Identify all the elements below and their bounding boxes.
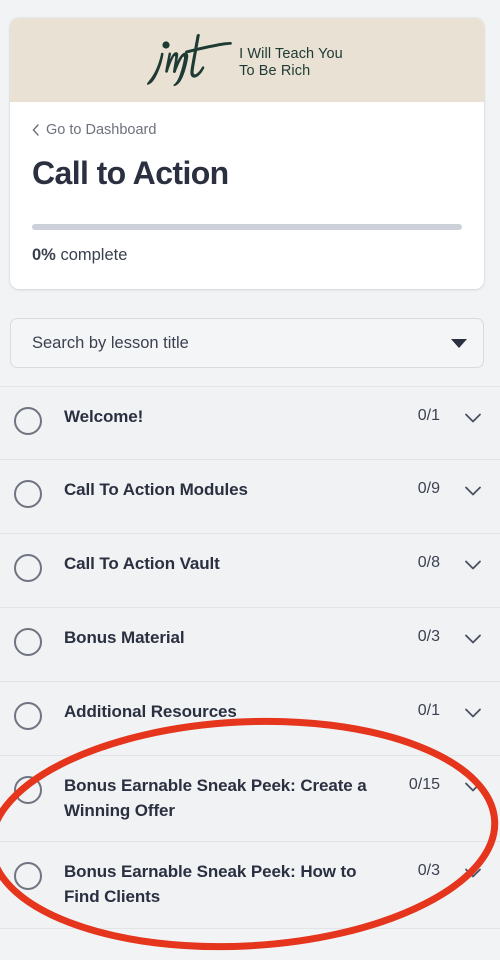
lesson-title: Welcome! bbox=[64, 407, 144, 426]
lesson-row[interactable]: Bonus Earnable Sneak Peek: How to Find C… bbox=[0, 842, 500, 929]
lesson-list: Welcome! 0/1 Call To Action Modules 0/9 Call… bbox=[0, 386, 500, 929]
brand-logo: I Will Teach You To Be Rich bbox=[143, 29, 343, 91]
iwt-script-logo-icon bbox=[147, 34, 232, 87]
lesson-count: 0/8 bbox=[417, 554, 440, 571]
lesson-status-circle-icon[interactable] bbox=[14, 702, 42, 730]
progress-complete-text: complete bbox=[55, 246, 128, 264]
search-input-placeholder[interactable]: Search by lesson title bbox=[32, 334, 451, 353]
chevron-down-icon[interactable] bbox=[464, 707, 482, 719]
progress-label: 0% complete bbox=[32, 246, 462, 265]
chevron-down-icon[interactable] bbox=[464, 412, 482, 424]
chevron-down-icon[interactable] bbox=[464, 485, 482, 497]
course-header-body: Go to Dashboard Call to Action 0% comple… bbox=[10, 102, 484, 289]
lesson-count: 0/3 bbox=[417, 628, 440, 645]
brand-tagline: I Will Teach You To Be Rich bbox=[239, 46, 343, 79]
lesson-status-circle-icon[interactable] bbox=[14, 862, 42, 891]
chevron-down-icon[interactable] bbox=[464, 559, 482, 571]
go-to-dashboard-label: Go to Dashboard bbox=[46, 122, 157, 138]
lesson-row[interactable]: Bonus Material 0/3 bbox=[0, 608, 500, 682]
lesson-row[interactable]: Call To Action Modules 0/9 bbox=[0, 460, 500, 534]
lesson-row[interactable]: Additional Resources 0/1 bbox=[0, 682, 500, 756]
lesson-row[interactable]: Bonus Earnable Sneak Peek: Create a Winn… bbox=[0, 756, 500, 843]
page-title: Call to Action bbox=[32, 155, 229, 191]
lesson-row[interactable]: Call To Action Vault 0/8 bbox=[0, 534, 500, 608]
go-to-dashboard-link[interactable]: Go to Dashboard bbox=[32, 122, 156, 138]
lesson-status-circle-icon[interactable] bbox=[14, 480, 42, 508]
chevron-down-icon[interactable] bbox=[464, 781, 482, 793]
brand-bar: I Will Teach You To Be Rich bbox=[10, 18, 484, 102]
lesson-count: 0/1 bbox=[417, 702, 440, 719]
course-progress-bar bbox=[32, 224, 462, 230]
lesson-row[interactable]: Welcome! 0/1 bbox=[0, 386, 500, 460]
lesson-title: Additional Resources bbox=[64, 702, 237, 721]
lesson-title: Bonus Earnable Sneak Peek: Create a Winn… bbox=[64, 776, 367, 820]
course-header-card: I Will Teach You To Be Rich Go to Dashbo… bbox=[10, 18, 484, 289]
lesson-title: Call To Action Modules bbox=[64, 480, 248, 499]
lesson-status-circle-icon[interactable] bbox=[14, 628, 42, 656]
lesson-status-circle-icon[interactable] bbox=[14, 776, 42, 804]
lesson-count: 0/3 bbox=[417, 862, 440, 880]
lesson-title: Call To Action Vault bbox=[64, 554, 220, 573]
lesson-title: Bonus Material bbox=[64, 628, 185, 647]
chevron-down-icon[interactable] bbox=[464, 633, 482, 645]
progress-percent: 0% bbox=[32, 246, 56, 264]
lesson-count: 0/9 bbox=[417, 480, 440, 497]
search-lesson-select[interactable]: Search by lesson title bbox=[10, 318, 484, 368]
caret-down-icon[interactable] bbox=[451, 338, 467, 348]
lesson-status-circle-icon[interactable] bbox=[14, 554, 42, 582]
lesson-count: 0/15 bbox=[408, 776, 440, 793]
chevron-left-icon bbox=[32, 124, 39, 136]
lesson-title: Bonus Earnable Sneak Peek: How to Find C… bbox=[64, 862, 357, 906]
lesson-count: 0/1 bbox=[417, 407, 440, 424]
chevron-down-icon[interactable] bbox=[464, 867, 482, 879]
lesson-status-circle-icon[interactable] bbox=[14, 407, 42, 435]
